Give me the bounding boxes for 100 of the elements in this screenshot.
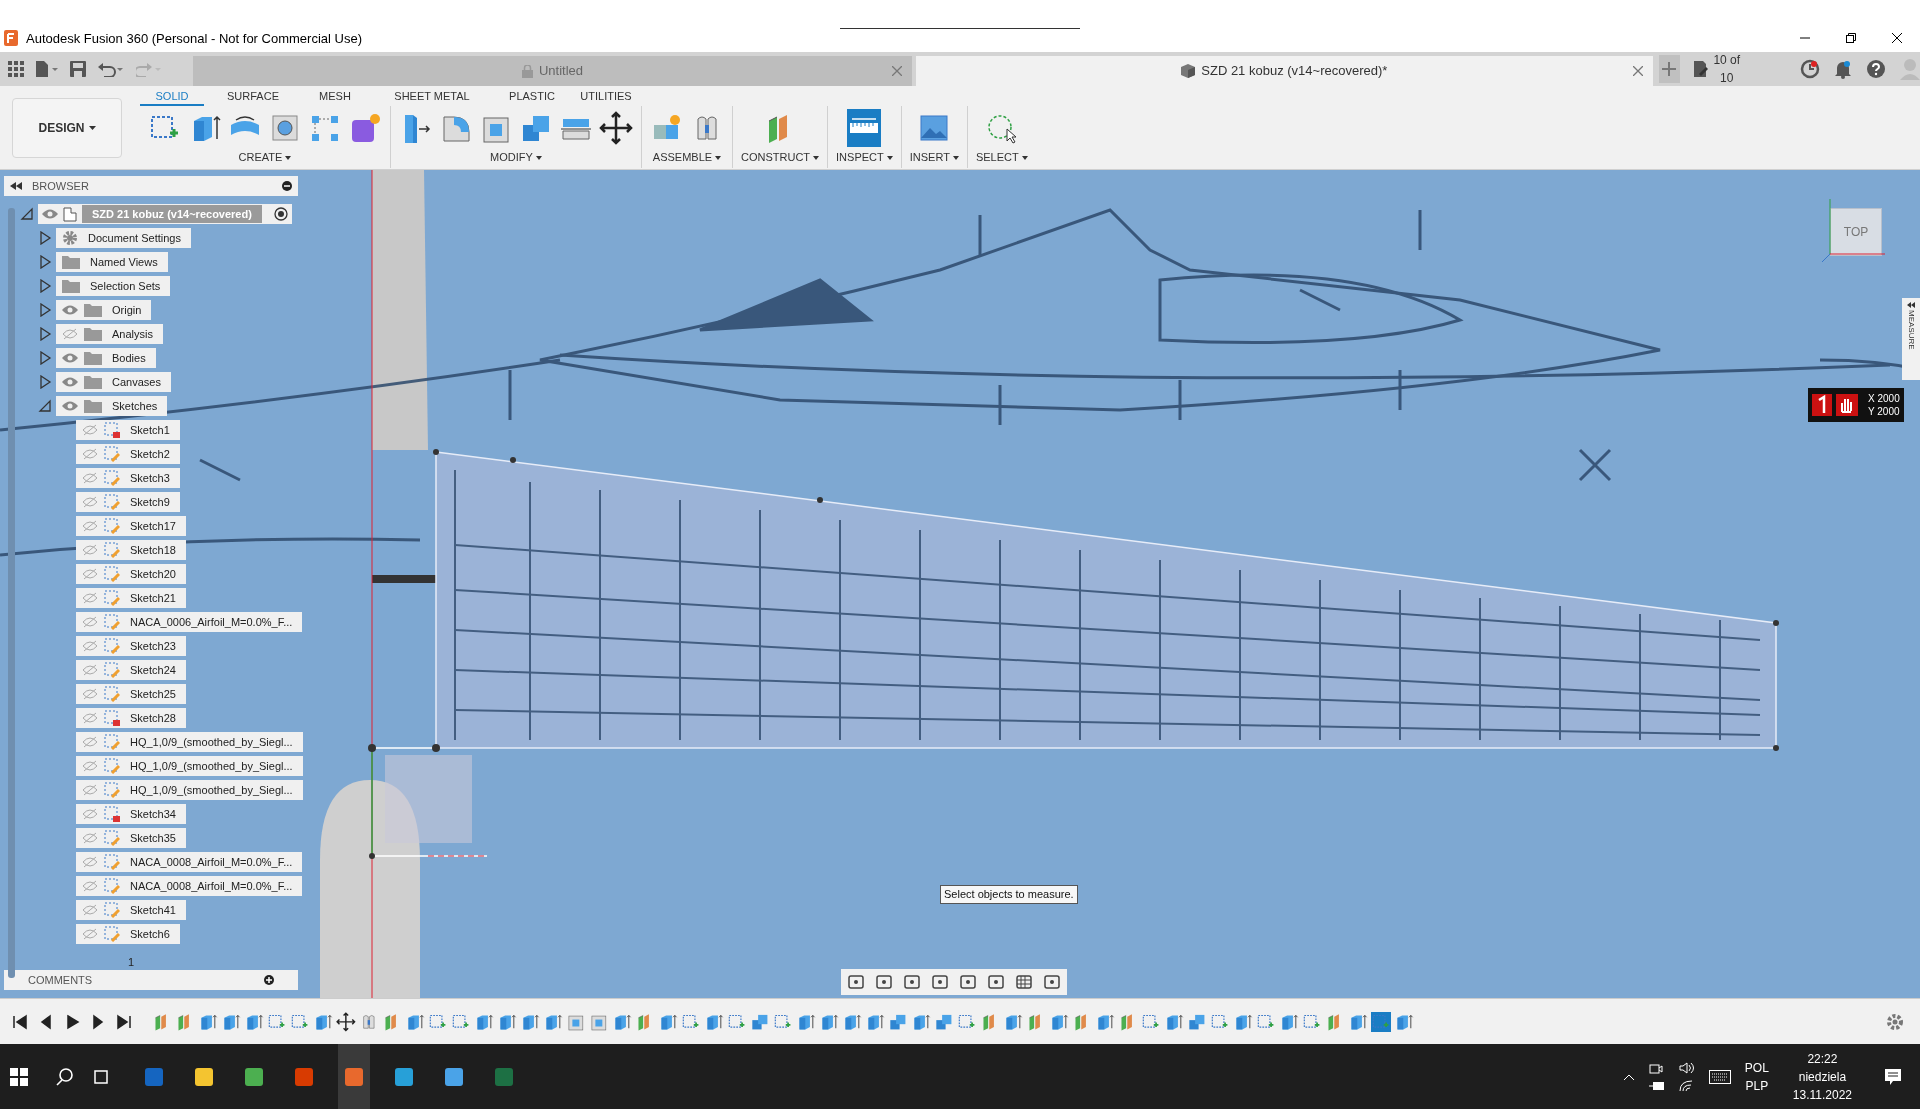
- eye-slashed-icon[interactable]: [82, 856, 98, 868]
- ribbon-tab[interactable]: UTILITIES: [568, 87, 644, 106]
- grid-icon[interactable]: [1015, 974, 1033, 990]
- eye-icon[interactable]: [62, 376, 78, 388]
- expand-triangle-icon[interactable]: [38, 303, 52, 317]
- browser-item[interactable]: Sketch9: [76, 492, 180, 512]
- eye-slashed-icon[interactable]: [82, 784, 98, 796]
- eye-icon[interactable]: [62, 304, 78, 316]
- close-icon[interactable]: [891, 66, 902, 76]
- browser-item[interactable]: Document Settings: [56, 228, 191, 248]
- browser-item[interactable]: Sketch17: [76, 516, 186, 536]
- collapse-triangle-icon[interactable]: [20, 207, 34, 221]
- eye-slashed-icon[interactable]: [82, 520, 98, 532]
- radio-target-icon[interactable]: [273, 207, 288, 221]
- browser-item[interactable]: Sketch23: [76, 636, 186, 656]
- expand-triangle-icon[interactable]: [38, 231, 52, 245]
- eye-slashed-icon[interactable]: [82, 688, 98, 700]
- eye-slashed-icon[interactable]: [82, 544, 98, 556]
- scrollbar[interactable]: [8, 208, 15, 978]
- browser-item[interactable]: Selection Sets: [56, 276, 171, 296]
- tool-group-menu[interactable]: CONSTRUCT: [741, 149, 820, 166]
- tool-group-menu[interactable]: ASSEMBLE: [652, 149, 722, 166]
- language-indicator[interactable]: POL PLP: [1744, 1058, 1769, 1095]
- ribbon-tab[interactable]: SOLID: [140, 87, 204, 106]
- mail-app-icon[interactable]: [144, 1066, 164, 1087]
- tool-group-menu[interactable]: SELECT: [975, 149, 1028, 166]
- grid-menu-icon[interactable]: [8, 61, 24, 77]
- help-icon[interactable]: [1866, 59, 1886, 79]
- save-icon[interactable]: [70, 61, 86, 77]
- task-view-icon[interactable]: [92, 1067, 110, 1086]
- browser-item[interactable]: Sketches: [56, 396, 168, 416]
- expand-triangle-icon[interactable]: [38, 255, 52, 269]
- job-status-button[interactable]: 10 of 10: [1694, 51, 1742, 87]
- undo-icon[interactable]: [98, 61, 124, 77]
- browser-item[interactable]: NACA_0008_Airfoil_M=0.0%_F...: [76, 852, 303, 872]
- fusion-app-icon[interactable]: [344, 1066, 364, 1087]
- eye-slashed-icon[interactable]: [82, 448, 98, 460]
- workspace-dropdown[interactable]: DESIGN: [12, 97, 122, 158]
- clock[interactable]: 22:22 niedziela 13.11.2022: [1782, 1049, 1862, 1104]
- add-comment-icon[interactable]: [264, 975, 274, 985]
- tool-group-menu[interactable]: INSPECT: [836, 149, 893, 166]
- browser-app-icon[interactable]: [244, 1066, 264, 1087]
- close-icon[interactable]: [1632, 66, 1643, 76]
- browser-item[interactable]: Bodies: [56, 348, 156, 368]
- document-tab[interactable]: SZD 21 kobuz (v14~recovered)*: [915, 56, 1653, 86]
- battery-icon[interactable]: [1648, 1080, 1665, 1091]
- measure-side-tab[interactable]: MEASURE: [1902, 298, 1920, 380]
- eye-icon[interactable]: [62, 352, 78, 364]
- browser-item[interactable]: Sketch1: [76, 420, 180, 440]
- browser-item[interactable]: Sketch20: [76, 564, 186, 584]
- windows-start-icon[interactable]: [10, 1067, 28, 1086]
- minus-circle-icon[interactable]: [282, 181, 292, 191]
- notification-icon[interactable]: [1884, 1067, 1902, 1086]
- expand-triangle-icon[interactable]: [38, 327, 52, 341]
- ruler-tool[interactable]: [847, 108, 882, 147]
- browser-item[interactable]: Canvases: [56, 372, 171, 392]
- eye-slashed-icon[interactable]: [82, 712, 98, 724]
- collapse-triangle-icon[interactable]: [38, 399, 52, 413]
- eye-slashed-icon[interactable]: [82, 592, 98, 604]
- step-forward-icon[interactable]: [90, 1013, 106, 1030]
- step-back-icon[interactable]: [38, 1013, 54, 1030]
- window-app-icon[interactable]: [444, 1066, 464, 1087]
- tool-group-menu[interactable]: INSERT: [909, 149, 959, 166]
- browser-item[interactable]: Sketch25: [76, 684, 186, 704]
- expand-triangle-icon[interactable]: [38, 375, 52, 389]
- browser-item[interactable]: Sketch21: [76, 588, 186, 608]
- ribbon-tab[interactable]: MESH: [302, 87, 368, 106]
- eye-slashed-icon[interactable]: [62, 328, 78, 340]
- browser-item[interactable]: Origin: [56, 300, 152, 320]
- browser-item[interactable]: NACA_0008_Airfoil_M=0.0%_F...: [76, 876, 303, 896]
- browser-item[interactable]: Sketch2: [76, 444, 180, 464]
- eye-slashed-icon[interactable]: [82, 640, 98, 652]
- browser-item[interactable]: Sketch24: [76, 660, 186, 680]
- browser-item[interactable]: HQ_1,0/9_(smoothed_by_Siegl...: [76, 780, 303, 800]
- spreadsheet-app-icon[interactable]: [494, 1066, 514, 1087]
- folder-app-icon[interactable]: [194, 1066, 214, 1087]
- eye-slashed-icon[interactable]: [82, 736, 98, 748]
- expand-triangle-icon[interactable]: [38, 351, 52, 365]
- expand-triangle-icon[interactable]: [38, 279, 52, 293]
- bell-icon[interactable]: [1834, 59, 1852, 79]
- eye-slashed-icon[interactable]: [82, 616, 98, 628]
- tool-group-menu[interactable]: MODIFY: [490, 149, 542, 166]
- wifi-icon[interactable]: [1678, 1079, 1693, 1092]
- eye-icon[interactable]: [42, 208, 58, 220]
- office-app-icon[interactable]: [294, 1066, 314, 1087]
- ribbon-tab[interactable]: SURFACE: [204, 87, 302, 106]
- browser-item[interactable]: HQ_1,0/9_(smoothed_by_Siegl...: [76, 756, 303, 776]
- eye-slashed-icon[interactable]: [82, 496, 98, 508]
- eye-slashed-icon[interactable]: [82, 472, 98, 484]
- eye-icon[interactable]: [62, 400, 78, 412]
- skip-start-icon[interactable]: [12, 1013, 28, 1030]
- ccleaner-app-icon[interactable]: [394, 1066, 414, 1087]
- eye-slashed-icon[interactable]: [82, 568, 98, 580]
- eye-slashed-icon[interactable]: [82, 880, 98, 892]
- browser-item[interactable]: NACA_0006_Airfoil_M=0.0%_F...: [76, 612, 303, 632]
- play-icon[interactable]: [64, 1013, 80, 1030]
- move-arrows-icon[interactable]: [336, 1011, 356, 1032]
- settings-icon[interactable]: [1886, 1012, 1904, 1031]
- browser-item[interactable]: Named Views: [56, 252, 168, 272]
- browser-item[interactable]: Sketch28: [76, 708, 186, 728]
